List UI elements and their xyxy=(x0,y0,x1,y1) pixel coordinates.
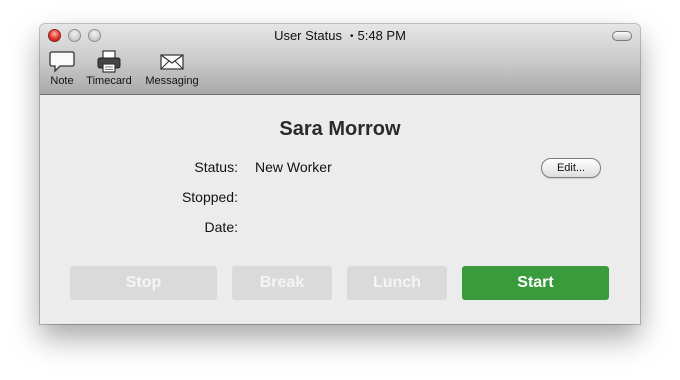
toolbar-timecard-label: Timecard xyxy=(86,75,132,87)
date-label: Date: xyxy=(204,219,238,235)
toolbar-note-button[interactable]: Note xyxy=(48,50,76,87)
toolbar-note-label: Note xyxy=(50,75,74,87)
toolbar-messaging-button[interactable]: Messaging xyxy=(143,50,201,87)
user-name: Sara Morrow xyxy=(279,118,401,140)
window-title-text: User Status xyxy=(274,28,342,43)
window-time: 5:48 PM xyxy=(357,28,406,43)
start-button[interactable]: Start xyxy=(462,266,609,300)
status-value: New Worker xyxy=(255,159,332,175)
user-status-window: User Status • 5:48 PM Note Timecard Mess… xyxy=(40,24,640,324)
title-bar: User Status • 5:48 PM Note Timecard Mess… xyxy=(40,24,640,95)
stop-button[interactable]: Stop xyxy=(70,266,217,300)
stopped-label: Stopped: xyxy=(181,189,238,205)
edit-button[interactable]: Edit... xyxy=(541,158,601,178)
lunch-button[interactable]: Lunch xyxy=(347,266,447,300)
break-button[interactable]: Break xyxy=(232,266,332,300)
window-title: User Status • 5:48 PM xyxy=(40,28,640,43)
status-label: Status: xyxy=(194,159,238,175)
title-separator: • xyxy=(349,31,354,42)
printer-icon xyxy=(97,50,121,73)
speech-bubble-icon xyxy=(49,51,75,73)
toolbar-timecard-button[interactable]: Timecard xyxy=(84,50,134,87)
toolbar-messaging-label: Messaging xyxy=(145,75,199,87)
envelope-icon xyxy=(160,54,184,70)
toolbar-toggle-button[interactable] xyxy=(612,31,632,41)
